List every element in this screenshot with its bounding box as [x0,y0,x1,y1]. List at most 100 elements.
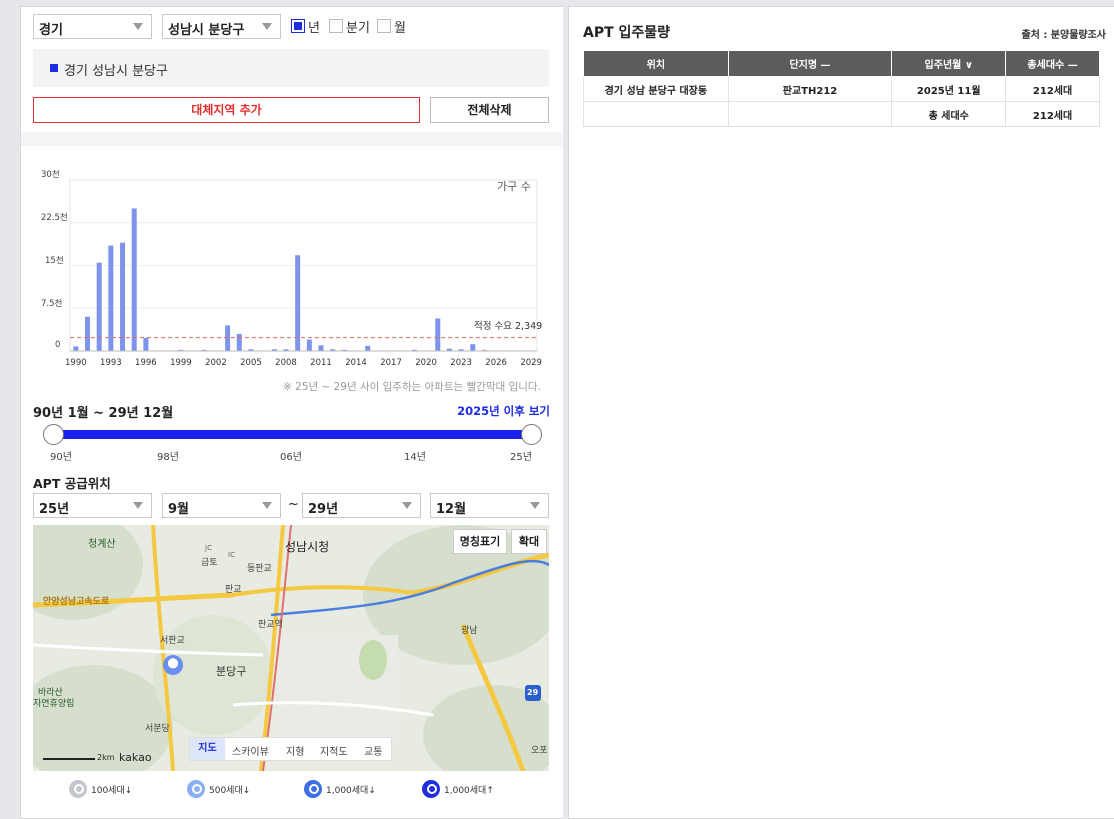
x-tick-label: 2023 [450,358,472,368]
supply-map[interactable]: 청계산 성남시청 금토 동판교 판교 판교역 서판교 분당구 바라산 자연휴양림… [33,525,549,771]
slider-label: 90년 [50,452,72,463]
x-tick-label: 1999 [170,358,192,368]
range-tilde: ~ [288,497,299,512]
selected-region-label: 경기 성남시 분당구 [64,64,168,79]
apt-volume-table: 위치 단지명 — 입주년월 ∨ 총세대수 — 경기 성남 분당구 대장동 판교T… [583,50,1100,127]
x-tick-label: 2029 [520,358,542,368]
month-checkbox[interactable] [377,19,391,33]
name-toggle-button[interactable]: 명칭표기 [453,529,507,554]
region-color-marker [50,64,58,72]
table-header-row: 위치 단지명 — 입주년월 ∨ 총세대수 — [583,50,1100,77]
chart-plot [69,179,538,352]
from-year-value: 25년 [39,502,70,517]
chart-bar [306,339,312,351]
header-units[interactable]: 총세대수 — [1005,50,1100,77]
delete-all-button[interactable]: 전체삭제 [430,97,549,123]
x-tick-label: 1990 [65,358,87,368]
zoom-button[interactable]: 확대 [511,529,547,554]
quarter-checkbox[interactable] [329,19,343,33]
city-select[interactable]: 성남시 분당구 [162,14,281,39]
chart-bar [108,245,114,351]
map-label: 성남시청 [285,540,330,554]
x-tick-label: 2008 [275,358,297,368]
map-type-map[interactable]: 지도 [190,738,225,760]
chevron-down-icon [402,502,412,509]
slider-start-handle[interactable] [43,424,64,445]
map-label: 자연휴양림 [33,699,75,709]
map-pin-icon[interactable]: ⬤ [167,658,179,670]
chart-bar [131,208,137,351]
map-label: 오포 [531,746,548,756]
period-range: 90년 1월 ~ 29년 12월 [33,406,174,421]
add-alt-region-button[interactable]: 대체지역 추가 [33,97,420,123]
chart-ylabel: 가구 수 [497,180,531,193]
map-canvas [33,525,549,771]
map-label: 판교역 [258,620,283,630]
legend-label: 500세대↓ [209,785,251,796]
province-select[interactable]: 경기 [33,14,152,39]
from-month-select[interactable]: 9월 [162,493,281,518]
supply-location-title: APT 공급위치 [33,476,111,491]
chevron-down-icon [530,502,540,509]
map-type-skyview[interactable]: 스카이뷰 [232,743,269,758]
x-tick-label: 2002 [205,358,227,368]
reference-line-label: 적정 수요 2,349 [474,321,543,332]
chart-bar [295,255,301,351]
map-label: IC [228,551,235,559]
legend-1000-above: 1,000세대↑ [422,780,494,798]
map-label: 청계산 [88,539,116,550]
x-tick-label: 1993 [100,358,122,368]
year-checkbox[interactable] [291,19,305,33]
chart-bar [318,345,324,351]
from-year-select[interactable]: 25년 [33,493,152,518]
x-tick-label: 2011 [310,358,332,368]
map-label: 동판교 [247,564,272,574]
x-tick-label: 2017 [380,358,402,368]
total-label: 총 세대수 [891,101,1007,127]
header-location: 위치 [583,50,729,77]
map-label: 금토 [201,558,218,568]
period-slider-track[interactable] [51,430,531,439]
apt-volume-title: APT 입주물량 [583,25,671,41]
section-divider [21,132,562,146]
cell-date: 2025년 11월 [891,76,1007,102]
view-after-2025-link[interactable]: 2025년 이후 보기 [457,403,550,419]
pin-icon [304,780,322,798]
chevron-down-icon [262,502,272,509]
table-row[interactable]: 경기 성남 분당구 대장동 판교TH212 2025년 11월 212세대 [583,76,1100,102]
left-panel: 경기 성남시 분당구 년 분기 월 경기 성남시 분당구 대체지역 추가 전체삭… [20,6,563,819]
legend-label: 1,000세대↑ [444,785,494,796]
map-label: 광남 [461,626,478,636]
cell-empty [727,101,893,127]
pin-icon [69,780,87,798]
x-tick-label: 2005 [240,358,262,368]
map-label: 판교 [225,585,242,595]
header-complex[interactable]: 단지명 — [727,50,893,77]
slider-label: 14년 [404,452,426,463]
header-date[interactable]: 입주년월 ∨ [891,50,1007,77]
chart-note: ※ 25년 ~ 29년 사이 입주하는 아파트는 빨간막대 입니다. [283,381,541,393]
map-type-terrain[interactable]: 지형 [286,743,304,758]
map-label: JC [205,544,212,552]
x-tick-label: 2020 [415,358,437,368]
slider-label: 06년 [280,452,302,463]
to-year-select[interactable]: 29년 [302,493,421,518]
table-total-row: 총 세대수 212세대 [583,101,1100,127]
slider-end-handle[interactable] [521,424,542,445]
chart-bar [120,242,126,351]
total-value: 212세대 [1005,101,1100,127]
to-month-value: 12월 [436,502,467,517]
map-label: 서분당 [145,724,170,734]
map-type-cadastral[interactable]: 지적도 [320,743,348,758]
pin-icon [422,780,440,798]
chevron-down-icon [262,23,272,30]
legend-100: 100세대↓ [69,780,132,798]
slider-label: 98년 [157,452,179,463]
chart-bar [85,316,91,351]
legend-label: 100세대↓ [91,785,133,796]
month-label: 월 [394,21,406,36]
map-type-traffic[interactable]: 교통 [364,743,382,758]
chart-bar [225,325,231,351]
right-panel: APT 입주물량 출처 : 분양물량조사 위치 단지명 — 입주년월 ∨ 총세대… [568,6,1114,819]
to-month-select[interactable]: 12월 [430,493,549,518]
